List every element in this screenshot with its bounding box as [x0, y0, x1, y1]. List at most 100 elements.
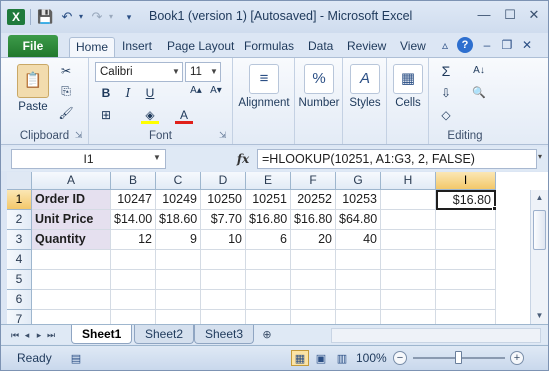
font-launcher-icon[interactable]: ⇲: [219, 130, 229, 140]
cell-i1[interactable]: $16.80: [436, 190, 496, 210]
redo-dropdown-icon[interactable]: ▾: [103, 9, 119, 25]
next-sheet-icon[interactable]: ▸: [33, 327, 45, 343]
zoom-in-icon[interactable]: +: [510, 351, 524, 365]
cell-g3[interactable]: 40: [336, 230, 381, 250]
cut-icon[interactable]: ✂: [57, 62, 75, 80]
expand-formula-bar-icon[interactable]: ▾: [538, 152, 542, 161]
name-box[interactable]: I1: [11, 149, 166, 169]
cell-c4[interactable]: [156, 250, 201, 270]
cell-f5[interactable]: [291, 270, 336, 290]
cell-i5[interactable]: [436, 270, 496, 290]
file-tab[interactable]: File: [8, 35, 58, 57]
cell-c5[interactable]: [156, 270, 201, 290]
page-layout-view-icon[interactable]: ▣: [312, 350, 330, 366]
cell-a6[interactable]: [32, 290, 111, 310]
close-button[interactable]: ✕: [521, 6, 547, 24]
tab-home[interactable]: Home: [69, 37, 116, 57]
row-header-1[interactable]: 1: [7, 190, 32, 210]
zoom-level[interactable]: 100%: [356, 351, 387, 365]
cell-h3[interactable]: [381, 230, 436, 250]
shrink-font-icon[interactable]: A▾: [207, 82, 225, 100]
fill-color-icon[interactable]: ◈: [141, 106, 159, 124]
tab-data[interactable]: Data: [302, 37, 339, 57]
copy-icon[interactable]: ⎘: [57, 82, 75, 100]
autosum-icon[interactable]: Σ: [437, 62, 455, 80]
cell-b3[interactable]: 12: [111, 230, 156, 250]
cell-e2[interactable]: $16.80: [246, 210, 291, 230]
cells-button[interactable]: ▦ Cells: [388, 64, 428, 109]
italic-icon[interactable]: I: [119, 84, 137, 102]
cell-i6[interactable]: [436, 290, 496, 310]
page-break-view-icon[interactable]: ▥: [333, 350, 351, 366]
tab-review[interactable]: Review: [341, 37, 392, 57]
first-sheet-icon[interactable]: ⏮: [9, 327, 21, 343]
vertical-scroll-thumb[interactable]: [533, 210, 546, 250]
cell-b2[interactable]: $14.00: [111, 210, 156, 230]
cell-h1[interactable]: [381, 190, 436, 210]
scroll-up-icon[interactable]: ▲: [531, 190, 548, 206]
cell-c6[interactable]: [156, 290, 201, 310]
column-header-f[interactable]: F: [291, 172, 336, 190]
bold-icon[interactable]: B: [97, 84, 115, 102]
font-size-combo[interactable]: 11 ▼: [185, 62, 221, 82]
cell-a1[interactable]: Order ID: [32, 190, 111, 210]
row-header-2[interactable]: 2: [7, 210, 32, 230]
grow-font-icon[interactable]: A▴: [187, 82, 205, 100]
undo-dropdown-icon[interactable]: ▾: [73, 9, 89, 25]
maximize-button[interactable]: ☐: [497, 6, 523, 24]
cell-i4[interactable]: [436, 250, 496, 270]
cell-b5[interactable]: [111, 270, 156, 290]
normal-view-icon[interactable]: ▦: [291, 350, 309, 366]
save-icon[interactable]: 💾: [37, 9, 53, 25]
font-color-icon[interactable]: A: [175, 106, 193, 124]
cell-a3[interactable]: Quantity: [32, 230, 111, 250]
font-name-dropdown-icon[interactable]: ▼: [170, 63, 182, 81]
cell-g4[interactable]: [336, 250, 381, 270]
fill-icon[interactable]: ⇩: [437, 84, 455, 102]
window-close-icon[interactable]: ✕: [519, 37, 535, 53]
cell-a2[interactable]: Unit Price: [32, 210, 111, 230]
cell-d1[interactable]: 10250: [201, 190, 246, 210]
sheet-tab-sheet1[interactable]: Sheet1: [71, 325, 133, 344]
cell-d6[interactable]: [201, 290, 246, 310]
row-header-6[interactable]: 6: [7, 290, 32, 310]
insert-function-button[interactable]: fx: [231, 149, 255, 169]
number-button[interactable]: % Number: [296, 64, 342, 109]
row-header-4[interactable]: 4: [7, 250, 32, 270]
cell-b6[interactable]: [111, 290, 156, 310]
borders-icon[interactable]: ⊞: [97, 106, 115, 124]
row-header-5[interactable]: 5: [7, 270, 32, 290]
scroll-down-icon[interactable]: ▼: [531, 308, 548, 324]
cell-e4[interactable]: [246, 250, 291, 270]
column-header-e[interactable]: E: [246, 172, 291, 190]
insert-sheet-icon[interactable]: ⊕: [259, 327, 275, 343]
minimize-button[interactable]: —: [471, 6, 497, 24]
clear-icon[interactable]: ◇: [437, 106, 455, 124]
customize-quick-access-icon[interactable]: ▾: [121, 9, 137, 25]
clipboard-launcher-icon[interactable]: ⇲: [75, 130, 85, 140]
find-select-icon[interactable]: 🔍: [467, 84, 491, 102]
tab-formulas[interactable]: Formulas: [238, 37, 300, 57]
underline-icon[interactable]: U: [141, 84, 159, 102]
cell-c3[interactable]: 9: [156, 230, 201, 250]
name-box-dropdown-icon[interactable]: ▼: [153, 153, 161, 162]
sheet-tab-sheet2[interactable]: Sheet2: [134, 325, 195, 344]
tab-view[interactable]: View: [394, 37, 432, 57]
tab-page-layout[interactable]: Page Layout: [161, 37, 240, 57]
cell-b1[interactable]: 10247: [111, 190, 156, 210]
cell-e1[interactable]: 10251: [246, 190, 291, 210]
column-header-h[interactable]: H: [381, 172, 436, 190]
cell-i2[interactable]: [436, 210, 496, 230]
cell-c1[interactable]: 10249: [156, 190, 201, 210]
cell-d4[interactable]: [201, 250, 246, 270]
cell-c2[interactable]: $18.60: [156, 210, 201, 230]
cell-d2[interactable]: $7.70: [201, 210, 246, 230]
cell-f2[interactable]: $16.80: [291, 210, 336, 230]
formula-input[interactable]: =HLOOKUP(10251, A1:G3, 2, FALSE): [257, 149, 537, 169]
cell-g1[interactable]: 10253: [336, 190, 381, 210]
zoom-out-icon[interactable]: −: [393, 351, 407, 365]
column-header-i[interactable]: I: [436, 172, 496, 190]
cell-d3[interactable]: 10: [201, 230, 246, 250]
vertical-scrollbar[interactable]: ▲ ▼: [530, 190, 548, 324]
cell-e6[interactable]: [246, 290, 291, 310]
